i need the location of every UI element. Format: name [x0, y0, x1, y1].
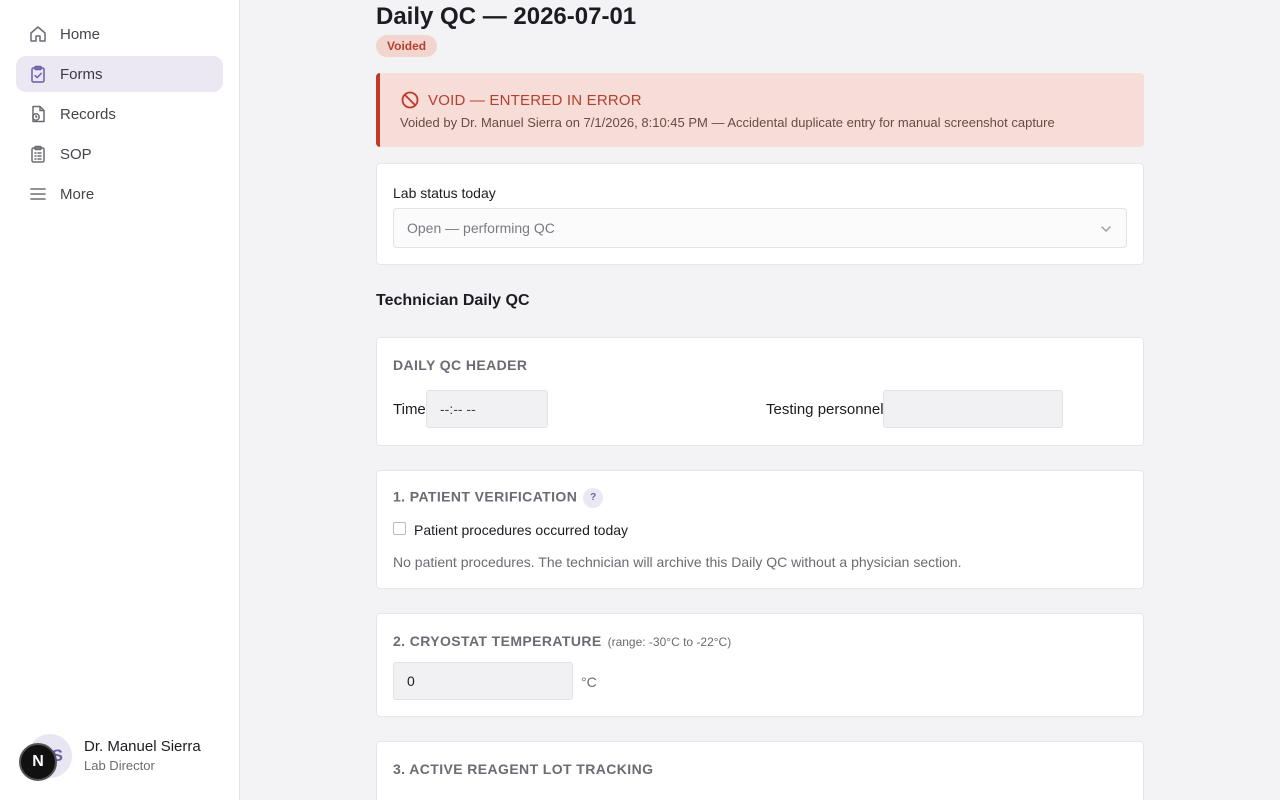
sidebar-item-records[interactable]: Records — [16, 96, 223, 132]
sidebar-item-home[interactable]: Home — [16, 16, 223, 52]
ban-icon — [401, 91, 419, 109]
sidebar: Home Forms Records SOP More S Dr. Manuel… — [0, 0, 240, 800]
dev-tools-badge[interactable]: N — [19, 743, 57, 781]
sidebar-item-forms[interactable]: Forms — [16, 56, 223, 92]
section-title: Technician Daily QC — [376, 292, 530, 309]
qc-header-card: DAILY QC HEADER Time --:-- -- Testing pe… — [376, 337, 1144, 446]
personnel-input[interactable] — [883, 390, 1063, 428]
patient-verification-card: 1. PATIENT VERIFICATION? Patient procedu… — [376, 470, 1144, 589]
sidebar-item-label: SOP — [60, 145, 92, 163]
cryostat-title: 2. CRYOSTAT TEMPERATURE (range: -30°C to … — [393, 633, 731, 649]
time-input[interactable]: --:-- -- — [426, 390, 548, 428]
cryostat-title-text: 2. CRYOSTAT TEMPERATURE — [393, 633, 602, 649]
sidebar-item-label: More — [60, 185, 95, 203]
user-name: Dr. Manuel Sierra — [84, 738, 201, 755]
reagent-title: 3. ACTIVE REAGENT LOT TRACKING — [393, 761, 654, 777]
time-placeholder: --:-- -- — [440, 401, 476, 417]
void-description: Voided by Dr. Manuel Sierra on 7/1/2026,… — [400, 115, 1055, 130]
sidebar-item-sop[interactable]: SOP — [16, 136, 223, 172]
cryostat-value: 0 — [407, 673, 415, 689]
time-label: Time — [393, 401, 426, 418]
lab-status-value: Open — performing QC — [407, 220, 555, 236]
sidebar-item-label: Home — [60, 25, 101, 43]
lab-status-card: Lab status today Open — performing QC — [376, 163, 1144, 265]
cryostat-card: 2. CRYOSTAT TEMPERATURE (range: -30°C to … — [376, 613, 1144, 717]
lab-status-label: Lab status today — [393, 185, 496, 201]
cryostat-unit: °C — [581, 674, 597, 690]
help-icon[interactable]: ? — [583, 488, 604, 508]
void-banner: VOID — ENTERED IN ERROR Voided by Dr. Ma… — [376, 73, 1144, 147]
home-icon — [28, 24, 48, 44]
personnel-label: Testing personnel — [766, 401, 884, 418]
patient-procedures-label: Patient procedures occurred today — [414, 522, 629, 538]
chevron-down-icon — [1101, 226, 1111, 232]
user-profile[interactable]: S Dr. Manuel Sierra Lab Director — [28, 734, 228, 778]
clipboard-list-icon — [28, 144, 48, 164]
patient-verification-note: No patient procedures. The technician wi… — [393, 554, 962, 570]
reagent-lot-card: 3. ACTIVE REAGENT LOT TRACKING — [376, 741, 1144, 800]
records-icon — [28, 104, 48, 124]
patient-verification-title-text: 1. PATIENT VERIFICATION — [393, 488, 578, 505]
sidebar-item-more[interactable]: More — [16, 176, 223, 212]
page-title: Daily QC — 2026-07-01 — [376, 3, 637, 30]
sidebar-item-label: Forms — [60, 65, 103, 83]
patient-procedures-checkbox[interactable] — [393, 522, 406, 535]
patient-verification-title: 1. PATIENT VERIFICATION? — [393, 488, 604, 508]
status-badge: Voided — [376, 35, 438, 57]
cryostat-temperature-input[interactable]: 0 — [393, 662, 573, 700]
clipboard-check-icon — [28, 64, 48, 84]
qc-header-title: DAILY QC HEADER — [393, 357, 528, 373]
lab-status-select[interactable]: Open — performing QC — [393, 208, 1127, 248]
cryostat-range: (range: -30°C to -22°C) — [607, 635, 732, 649]
sidebar-item-label: Records — [60, 105, 116, 123]
menu-icon — [28, 184, 48, 204]
user-role: Lab Director — [84, 758, 155, 773]
void-title: VOID — ENTERED IN ERROR — [428, 92, 642, 109]
